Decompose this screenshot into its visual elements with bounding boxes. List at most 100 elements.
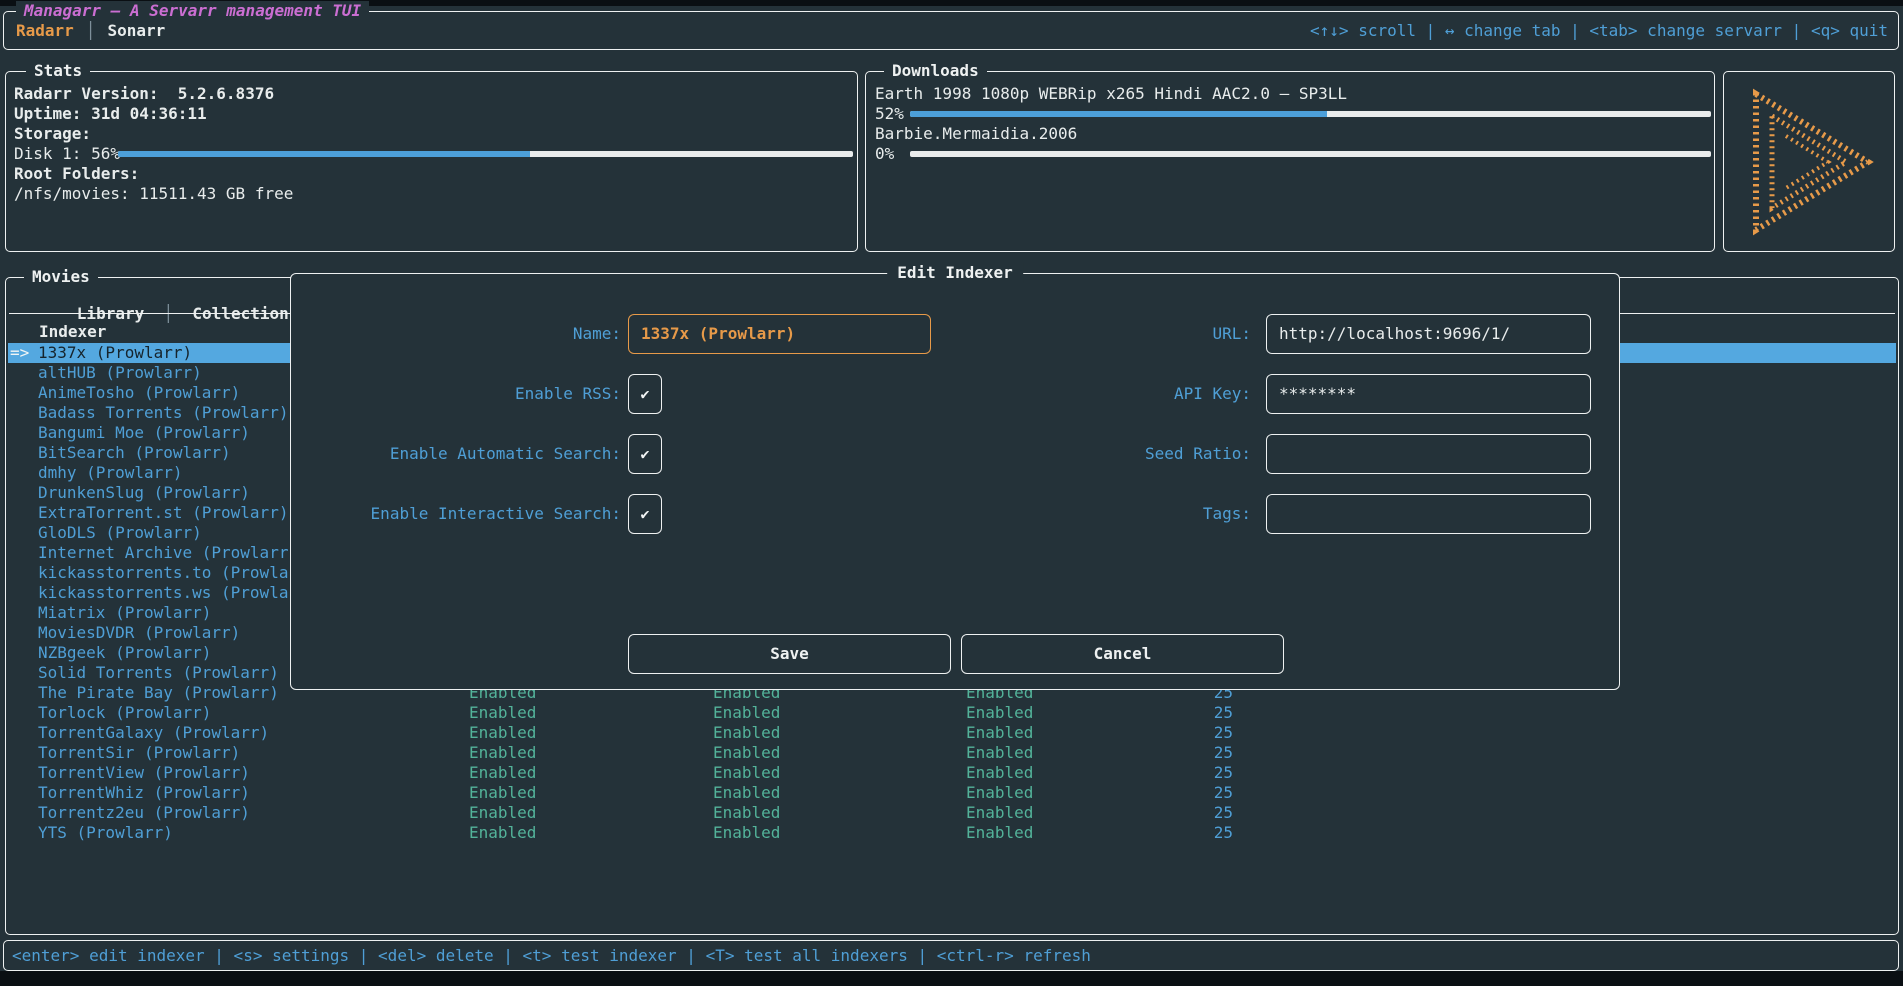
priority-value: 25 xyxy=(1100,823,1233,843)
indexer-column-header: Indexer xyxy=(39,322,106,342)
interactive-search-status: Enabled xyxy=(966,723,1033,743)
footer-keybinds: <enter> edit indexer | <s> settings | <d… xyxy=(12,941,1091,970)
download-list: Earth 1998 1080p WEBRip x265 Hindi AAC2.… xyxy=(875,84,1708,164)
indexer-name: TorrentGalaxy (Prowlarr) xyxy=(38,723,269,743)
indexer-row[interactable]: TorrentWhiz (Prowlarr) Enabled Enabled E… xyxy=(8,783,1896,803)
priority-value: 25 xyxy=(1100,703,1233,723)
auto-search-status: Enabled xyxy=(713,823,780,843)
stats-panel-title: Stats xyxy=(26,61,90,81)
priority-value: 25 xyxy=(1100,723,1233,743)
storage-label: Storage: xyxy=(14,124,91,144)
tab-radarr[interactable]: Radarr xyxy=(16,21,74,41)
header-panel: Managarr — A Servarr management TUI Rada… xyxy=(3,11,1899,50)
download-progress-bar xyxy=(910,111,1711,117)
indexer-name: TorrentWhiz (Prowlarr) xyxy=(38,783,250,803)
bottom-edge-strip xyxy=(0,971,1903,986)
cancel-button[interactable]: Cancel xyxy=(961,634,1284,674)
indexer-name: ExtraTorrent.st (Prowlarr) xyxy=(38,503,288,523)
interactive-search-status: Enabled xyxy=(966,823,1033,843)
interactive-search-status: Enabled xyxy=(966,763,1033,783)
indexer-name: Miatrix (Prowlarr) xyxy=(38,603,211,623)
indexer-name: YTS (Prowlarr) xyxy=(38,823,173,843)
header-keybinds: <↑↓> scroll | ↔ change tab | <tab> chang… xyxy=(1310,12,1888,49)
enable-rss-label: Enable RSS: xyxy=(291,374,621,414)
indexer-name: kickasstorrents.ws (Prowlarr) xyxy=(38,583,317,603)
root-folders-label: Root Folders: xyxy=(14,164,139,184)
edit-indexer-modal: Edit Indexer Name: 1337x (Prowlarr) Enab… xyxy=(290,273,1620,690)
rss-status: Enabled xyxy=(469,743,536,763)
tab-sonarr[interactable]: Sonarr xyxy=(107,21,165,41)
indexer-name: Torlock (Prowlarr) xyxy=(38,703,211,723)
indexer-name: 1337x (Prowlarr) xyxy=(38,343,192,363)
download-percent: 52% xyxy=(875,104,904,124)
indexer-name: kickasstorrents.to (Prowlarr) xyxy=(38,563,317,583)
enable-interactive-search-label: Enable Interactive Search: xyxy=(291,494,621,534)
indexer-name: BitSearch (Prowlarr) xyxy=(38,443,231,463)
radarr-version: Radarr Version: 5.2.6.8376 xyxy=(14,84,274,104)
indexer-name: TorrentSir (Prowlarr) xyxy=(38,743,240,763)
indexer-name: altHUB (Prowlarr) xyxy=(38,363,202,383)
tags-input[interactable] xyxy=(1266,494,1591,534)
downloads-panel: Downloads Earth 1998 1080p WEBRip x265 H… xyxy=(865,71,1715,252)
tags-label: Tags: xyxy=(891,494,1251,534)
indexer-name: Internet Archive (Prowlarr) xyxy=(38,543,298,563)
indexer-name: Solid Torrents (Prowlarr) xyxy=(38,663,279,683)
download-progress-fill xyxy=(910,111,1327,117)
download-item: Barbie.Mermaidia.2006 0% xyxy=(875,124,1708,164)
enable-automatic-search-checkbox[interactable]: ✔ xyxy=(628,434,662,474)
auto-search-status: Enabled xyxy=(713,723,780,743)
stats-panel: Stats Radarr Version: 5.2.6.8376 Uptime:… xyxy=(5,71,858,252)
indexer-row[interactable]: TorrentGalaxy (Prowlarr) Enabled Enabled… xyxy=(8,723,1896,743)
uptime: Uptime: 31d 04:36:11 xyxy=(14,104,207,124)
indexer-name: GloDLS (Prowlarr) xyxy=(38,523,202,543)
downloads-panel-title: Downloads xyxy=(884,61,987,81)
seed-ratio-input[interactable] xyxy=(1266,434,1591,474)
priority-value: 25 xyxy=(1100,743,1233,763)
rss-status: Enabled xyxy=(469,823,536,843)
indexer-row[interactable]: Torrentz2eu (Prowlarr) Enabled Enabled E… xyxy=(8,803,1896,823)
indexer-name: Bangumi Moe (Prowlarr) xyxy=(38,423,250,443)
api-key-input[interactable]: ******** xyxy=(1266,374,1591,414)
indexer-name: MoviesDVDR (Prowlarr) xyxy=(38,623,240,643)
indexer-row[interactable]: Torlock (Prowlarr) Enabled Enabled Enabl… xyxy=(8,703,1896,723)
auto-search-status: Enabled xyxy=(713,763,780,783)
rss-status: Enabled xyxy=(469,723,536,743)
auto-search-status: Enabled xyxy=(713,783,780,803)
indexer-name: DrunkenSlug (Prowlarr) xyxy=(38,483,250,503)
save-button[interactable]: Save xyxy=(628,634,951,674)
download-title: Barbie.Mermaidia.2006 xyxy=(875,124,1077,144)
indexer-row[interactable]: TorrentView (Prowlarr) Enabled Enabled E… xyxy=(8,763,1896,783)
enable-interactive-search-checkbox[interactable]: ✔ xyxy=(628,494,662,534)
indexer-name: NZBgeek (Prowlarr) xyxy=(38,643,211,663)
indexer-row[interactable]: YTS (Prowlarr) Enabled Enabled Enabled 2… xyxy=(8,823,1896,843)
download-percent: 0% xyxy=(875,144,894,164)
auto-search-status: Enabled xyxy=(713,803,780,823)
name-input[interactable]: 1337x (Prowlarr) xyxy=(628,314,931,354)
priority-value: 25 xyxy=(1100,763,1233,783)
rss-status: Enabled xyxy=(469,703,536,723)
interactive-search-status: Enabled xyxy=(966,743,1033,763)
servarr-tabs: Radarr │ Sonarr xyxy=(16,12,165,49)
auto-search-status: Enabled xyxy=(713,743,780,763)
tab-separator: │ xyxy=(86,21,96,41)
selected-row-arrow: => xyxy=(10,343,29,363)
root-folder-free: /nfs/movies: 11511.43 GB free xyxy=(14,184,293,204)
name-label: Name: xyxy=(291,314,621,354)
interactive-search-status: Enabled xyxy=(966,803,1033,823)
indexer-name: dmhy (Prowlarr) xyxy=(38,463,183,483)
enable-automatic-search-label: Enable Automatic Search: xyxy=(291,434,621,474)
rss-status: Enabled xyxy=(469,783,536,803)
indexer-name: AnimeTosho (Prowlarr) xyxy=(38,383,240,403)
indexer-name: Badass Torrents (Prowlarr) xyxy=(38,403,288,423)
url-input[interactable]: http://localhost:9696/1/ xyxy=(1266,314,1591,354)
indexer-row[interactable]: TorrentSir (Prowlarr) Enabled Enabled En… xyxy=(8,743,1896,763)
footer-keybar: <enter> edit indexer | <s> settings | <d… xyxy=(3,940,1899,971)
indexer-name: Torrentz2eu (Prowlarr) xyxy=(38,803,250,823)
disk-usage-bar xyxy=(118,151,853,157)
enable-rss-checkbox[interactable]: ✔ xyxy=(628,374,662,414)
logo-panel xyxy=(1723,71,1895,252)
download-progress-bar xyxy=(910,151,1711,157)
rss-status: Enabled xyxy=(469,763,536,783)
auto-search-status: Enabled xyxy=(713,703,780,723)
interactive-search-status: Enabled xyxy=(966,703,1033,723)
